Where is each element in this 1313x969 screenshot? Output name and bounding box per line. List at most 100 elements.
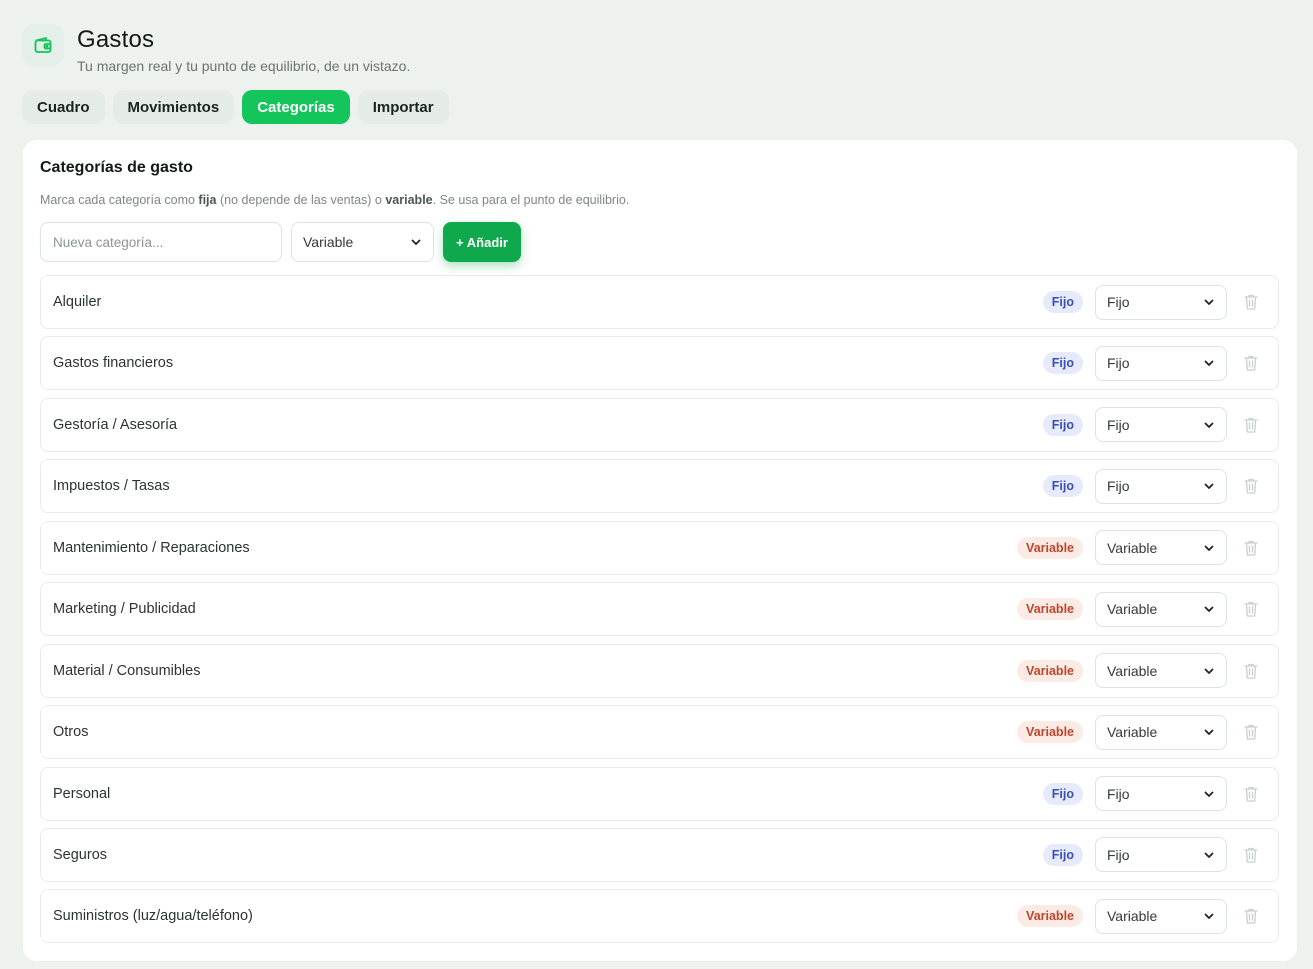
tab-categorias[interactable]: Categorías bbox=[242, 90, 350, 124]
chevron-down-icon bbox=[1204, 913, 1214, 920]
select-value: Variable bbox=[303, 234, 354, 250]
add-category-form: Variable + Añadir bbox=[40, 222, 521, 262]
category-type-select[interactable]: Fijo bbox=[1095, 407, 1227, 443]
chevron-down-icon bbox=[1204, 791, 1214, 797]
chevron-down-icon bbox=[1204, 852, 1214, 858]
select-value: Variable bbox=[1107, 662, 1158, 679]
page-title: Gastos bbox=[77, 26, 155, 53]
category-type-badge: Fijo bbox=[1042, 843, 1083, 866]
category-type-badge: Fijo bbox=[1042, 413, 1083, 436]
tab-bar: Cuadro Movimientos Categorías Importar bbox=[22, 90, 449, 124]
category-type-select[interactable]: Variable bbox=[1095, 591, 1227, 627]
category-row: Seguros Fijo Fijo bbox=[40, 827, 1279, 882]
tab-movimientos[interactable]: Movimientos bbox=[112, 90, 235, 124]
category-row: Otros Variable Variable bbox=[40, 705, 1279, 760]
category-type-badge: Fijo bbox=[1042, 475, 1083, 498]
category-row: Alquiler Fijo Fijo bbox=[40, 275, 1279, 329]
select-value: Variable bbox=[1107, 539, 1158, 556]
trash-icon[interactable] bbox=[1243, 907, 1259, 925]
select-value: Fijo bbox=[1107, 355, 1130, 372]
category-name: Alquiler bbox=[53, 294, 102, 310]
category-name: Otros bbox=[53, 724, 89, 741]
trash-icon[interactable] bbox=[1243, 477, 1259, 495]
category-type-select[interactable]: Variable bbox=[1095, 530, 1227, 566]
category-type-badge: Variable bbox=[1017, 536, 1083, 559]
category-name: Gastos financieros bbox=[53, 355, 174, 372]
category-type-select[interactable]: Variable bbox=[1095, 714, 1227, 750]
category-row: Personal Fijo Fijo bbox=[40, 766, 1279, 821]
select-value: Variable bbox=[1107, 908, 1158, 925]
category-name: Impuestos / Tasas bbox=[53, 478, 170, 495]
wallet-icon bbox=[22, 24, 64, 66]
select-value: Fijo bbox=[1107, 846, 1130, 863]
category-name: Suministros (luz/agua/teléfono) bbox=[53, 908, 253, 925]
chevron-down-icon bbox=[1204, 545, 1214, 551]
chevron-down-icon bbox=[1204, 729, 1214, 735]
category-row: Suministros (luz/agua/teléfono) Variable V… bbox=[40, 889, 1279, 944]
select-value: Fijo bbox=[1107, 294, 1130, 310]
category-row: Impuestos / Tasas Fijo Fijo bbox=[40, 459, 1279, 514]
select-value: Fijo bbox=[1107, 785, 1130, 802]
trash-icon[interactable] bbox=[1243, 416, 1259, 434]
chevron-down-icon bbox=[411, 239, 421, 245]
category-row: Marketing / Publicidad Variable Variable bbox=[40, 582, 1279, 637]
trash-icon[interactable] bbox=[1243, 846, 1259, 864]
category-type-badge: Fijo bbox=[1042, 782, 1083, 805]
chevron-down-icon bbox=[1204, 299, 1214, 305]
category-type-select[interactable]: Fijo bbox=[1095, 468, 1227, 504]
trash-icon[interactable] bbox=[1243, 662, 1259, 680]
category-type-select[interactable]: Fijo bbox=[1095, 837, 1227, 873]
category-type-badge: Variable bbox=[1017, 905, 1083, 928]
trash-icon[interactable] bbox=[1243, 293, 1259, 311]
select-value: Fijo bbox=[1107, 478, 1130, 495]
add-category-button[interactable]: + Añadir bbox=[443, 222, 521, 262]
category-name: Mantenimiento / Reparaciones bbox=[53, 539, 250, 556]
trash-icon[interactable] bbox=[1243, 539, 1259, 557]
category-list: Alquiler Fijo Fijo Gastos financieros Fijo Fi… bbox=[40, 275, 1279, 951]
page-header: Gastos Tu margen real y tu punto de equi… bbox=[22, 24, 410, 74]
tab-importar[interactable]: Importar bbox=[357, 90, 449, 124]
category-type-select[interactable]: Variable bbox=[1095, 898, 1227, 934]
category-row: Gastos financieros Fijo Fijo bbox=[40, 336, 1279, 391]
desc-fija: fija bbox=[198, 193, 217, 207]
category-name: Personal bbox=[53, 785, 111, 802]
select-value: Fijo bbox=[1107, 416, 1130, 433]
category-type-select[interactable]: Fijo bbox=[1095, 345, 1227, 381]
new-category-input[interactable] bbox=[40, 222, 282, 262]
category-name: Material / Consumibles bbox=[53, 662, 201, 679]
category-row: Mantenimiento / Reparaciones Variable Vari… bbox=[40, 520, 1279, 575]
chevron-down-icon bbox=[1204, 361, 1214, 367]
trash-icon[interactable] bbox=[1243, 723, 1259, 741]
tab-cuadro[interactable]: Cuadro bbox=[22, 90, 105, 124]
category-name: Seguros bbox=[53, 846, 108, 863]
category-row: Material / Consumibles Variable Variable bbox=[40, 643, 1279, 698]
desc-text-2: (no depende de las ventas) o bbox=[216, 193, 386, 207]
category-row: Gestoría / Asesoría Fijo Fijo bbox=[40, 397, 1279, 452]
category-type-select[interactable]: Fijo bbox=[1095, 284, 1227, 320]
category-name: Marketing / Publicidad bbox=[53, 601, 196, 618]
category-type-select[interactable]: Variable bbox=[1095, 653, 1227, 689]
category-type-badge: Fijo bbox=[1042, 291, 1083, 313]
categories-card: Categorías de gasto Marca cada categoría… bbox=[23, 140, 1297, 961]
category-type-select[interactable]: Fijo bbox=[1095, 776, 1227, 811]
category-type-badge: Variable bbox=[1017, 721, 1083, 744]
chevron-down-icon bbox=[1204, 668, 1214, 674]
card-title: Categorías de gasto bbox=[40, 159, 193, 176]
trash-icon[interactable] bbox=[1243, 785, 1259, 803]
desc-variable: variable bbox=[385, 193, 433, 207]
trash-icon[interactable] bbox=[1243, 354, 1259, 372]
chevron-down-icon bbox=[1204, 483, 1214, 490]
page-subtitle: Tu margen real y tu punto de equilibrio,… bbox=[77, 58, 411, 74]
trash-icon[interactable] bbox=[1243, 600, 1259, 618]
desc-text-3: . Se usa para el punto de equilibrio. bbox=[432, 193, 630, 207]
chevron-down-icon bbox=[1204, 422, 1214, 428]
chevron-down-icon bbox=[1204, 606, 1214, 613]
select-value: Variable bbox=[1107, 724, 1158, 741]
card-description: Marca cada categoría como fija (no depen… bbox=[40, 193, 629, 207]
category-type-badge: Variable bbox=[1017, 598, 1083, 621]
category-type-badge: Fijo bbox=[1042, 352, 1083, 375]
new-category-type-select[interactable]: Variable bbox=[291, 222, 434, 262]
desc-text-1: Marca cada categoría como bbox=[40, 193, 199, 207]
select-value: Variable bbox=[1107, 601, 1158, 618]
category-name: Gestoría / Asesoría bbox=[53, 416, 178, 433]
